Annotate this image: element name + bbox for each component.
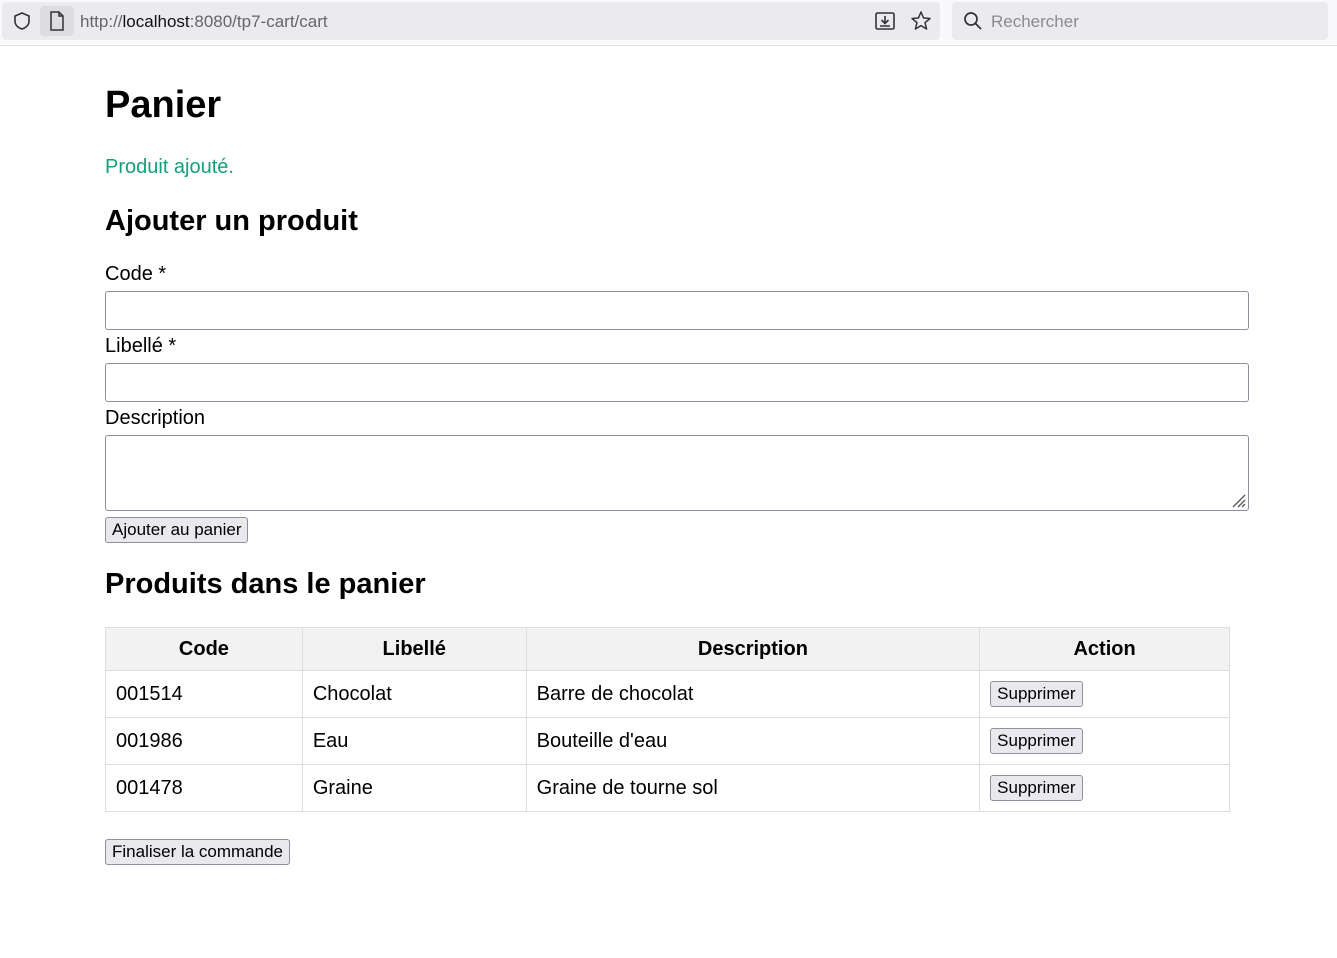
cell-code: 001986 (105, 717, 303, 765)
search-bar[interactable]: Rechercher (952, 2, 1328, 40)
description-label: Description (105, 407, 206, 429)
success-message: Produit ajouté. (105, 156, 234, 178)
address-bar[interactable]: http://localhost:8080/tp7-cart/cart (2, 2, 940, 40)
delete-button[interactable]: Supprimer (990, 728, 1083, 754)
code-input[interactable] (105, 291, 1249, 330)
resize-handle-icon[interactable] (1230, 492, 1246, 508)
url-host: localhost (122, 12, 190, 31)
page-info-button[interactable] (40, 6, 74, 36)
page-icon (50, 11, 64, 31)
description-textarea[interactable] (105, 435, 1249, 511)
search-icon (964, 12, 982, 30)
column-header-action: Action (979, 627, 1230, 671)
cell-code: 001478 (105, 764, 303, 812)
table-row: 001514 Chocolat Barre de chocolat Suppri… (105, 670, 1230, 718)
delete-button[interactable]: Supprimer (990, 775, 1083, 801)
page-title: Panier (105, 84, 222, 126)
cell-libelle: Eau (301, 717, 527, 765)
libelle-label: Libellé * (105, 335, 177, 357)
cell-description: Graine de tourne sol (525, 764, 981, 812)
column-header-description: Description (525, 627, 981, 671)
finalize-order-button[interactable]: Finaliser la commande (105, 839, 291, 865)
save-page-icon[interactable] (874, 10, 896, 32)
libelle-input[interactable] (105, 363, 1249, 402)
search-placeholder: Rechercher (991, 12, 1079, 31)
code-label: Code * (105, 263, 167, 285)
cell-action: Supprimer (979, 717, 1230, 765)
cell-description: Barre de chocolat (525, 670, 981, 718)
url-text[interactable]: http://localhost:8080/tp7-cart/cart (80, 12, 328, 32)
cart-table: Code Libellé Description Action 001514 C… (105, 627, 1230, 812)
cell-action: Supprimer (979, 670, 1230, 718)
cell-code: 001514 (105, 670, 303, 718)
add-to-cart-button[interactable]: Ajouter au panier (105, 517, 249, 543)
add-product-heading: Ajouter un produit (105, 205, 358, 237)
cell-libelle: Graine (301, 764, 527, 812)
cell-libelle: Chocolat (301, 670, 527, 718)
shield-icon[interactable] (12, 11, 32, 31)
browser-toolbar: http://localhost:8080/tp7-cart/cart Rech… (0, 0, 1337, 46)
cell-action: Supprimer (979, 764, 1230, 812)
url-path: :8080/tp7-cart/cart (189, 12, 328, 31)
bookmark-star-icon[interactable] (910, 10, 932, 32)
column-header-code: Code (105, 627, 303, 671)
table-header-row: Code Libellé Description Action (105, 627, 1230, 671)
column-header-libelle: Libellé (301, 627, 527, 671)
table-row: 001986 Eau Bouteille d'eau Supprimer (105, 717, 1230, 765)
url-prefix: http:// (80, 12, 123, 31)
delete-button[interactable]: Supprimer (990, 681, 1083, 707)
cart-heading: Produits dans le panier (105, 568, 426, 600)
table-row: 001478 Graine Graine de tourne sol Suppr… (105, 764, 1230, 812)
cell-description: Bouteille d'eau (525, 717, 981, 765)
